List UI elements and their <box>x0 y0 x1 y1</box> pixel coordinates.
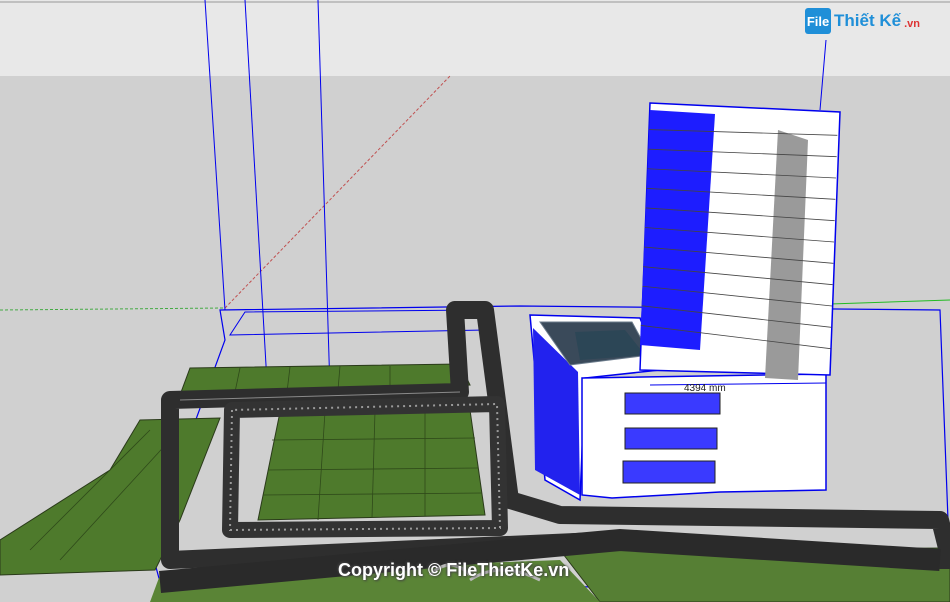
brand-name: Thiết Kế <box>834 11 902 30</box>
grass-lot-center <box>257 409 486 521</box>
brand-logo: File Thiết Kế .vn <box>805 8 920 34</box>
3d-scene-canvas[interactable] <box>0 0 950 602</box>
front-block-windows <box>622 392 721 484</box>
brand-tld: .vn <box>904 18 920 30</box>
dimension-label: 4394 mm <box>684 383 726 394</box>
modeling-viewport[interactable]: File Thiết Kế .vn 4394 mm Copyright © Fi… <box>0 0 950 602</box>
copyright-watermark: Copyright © FileThietKe.vn <box>338 560 570 580</box>
file-logo-icon: File <box>805 8 832 34</box>
